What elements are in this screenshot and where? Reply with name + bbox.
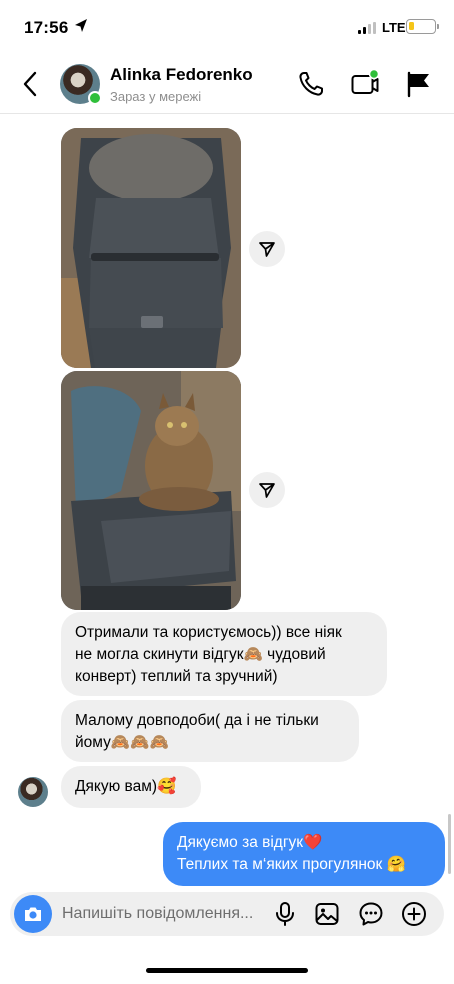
microphone-icon[interactable] <box>272 901 298 927</box>
sender-avatar[interactable] <box>18 777 48 807</box>
online-indicator <box>88 91 102 105</box>
share-arrow-icon <box>259 483 275 498</box>
home-indicator[interactable] <box>146 968 308 973</box>
gallery-icon[interactable] <box>314 901 340 927</box>
back-chevron-icon[interactable] <box>18 68 44 100</box>
photo-message[interactable] <box>61 371 241 610</box>
contact-avatar[interactable] <box>60 64 102 105</box>
message-composer <box>10 892 444 936</box>
share-button[interactable] <box>249 472 285 508</box>
stroller-footmuff-photo <box>61 128 241 368</box>
photo-message[interactable] <box>61 128 241 368</box>
message-input[interactable] <box>62 892 268 936</box>
share-arrow-icon <box>259 242 275 257</box>
scrollbar[interactable] <box>448 814 451 874</box>
phone-icon[interactable] <box>296 69 326 99</box>
status-bar: 17:56 LTE <box>0 0 454 54</box>
chat-header: Alinka Fedorenko Зараз у мережі <box>0 54 454 114</box>
add-icon[interactable] <box>401 901 427 927</box>
camera-icon <box>25 907 41 921</box>
camera-button[interactable] <box>14 895 52 933</box>
battery-level <box>409 22 414 30</box>
outgoing-message[interactable]: Дякуємо за відгук❤️ Теплих та м‘яких про… <box>163 822 445 886</box>
sticker-icon[interactable] <box>358 901 384 927</box>
contact-name[interactable]: Alinka Fedorenko <box>110 65 253 85</box>
share-button[interactable] <box>249 231 285 267</box>
video-call-icon[interactable] <box>350 69 380 99</box>
battery-icon <box>406 19 436 34</box>
contact-status: Зараз у мережі <box>110 89 202 104</box>
incoming-message[interactable]: Дякую вам)🥰 <box>61 766 201 808</box>
network-type: LTE <box>382 20 406 35</box>
incoming-message[interactable]: Маломy довподоби( да і не тільки йому🙈🙈🙈 <box>61 700 359 762</box>
cat-in-stroller-photo <box>61 371 241 610</box>
location-arrow-icon <box>75 19 87 32</box>
flag-icon[interactable] <box>404 69 434 99</box>
battery-cap <box>437 24 439 29</box>
incoming-message[interactable]: Отримали та користуємось)) все ніяк не м… <box>61 612 387 696</box>
status-time: 17:56 <box>24 18 69 37</box>
signal-icon <box>358 22 376 34</box>
